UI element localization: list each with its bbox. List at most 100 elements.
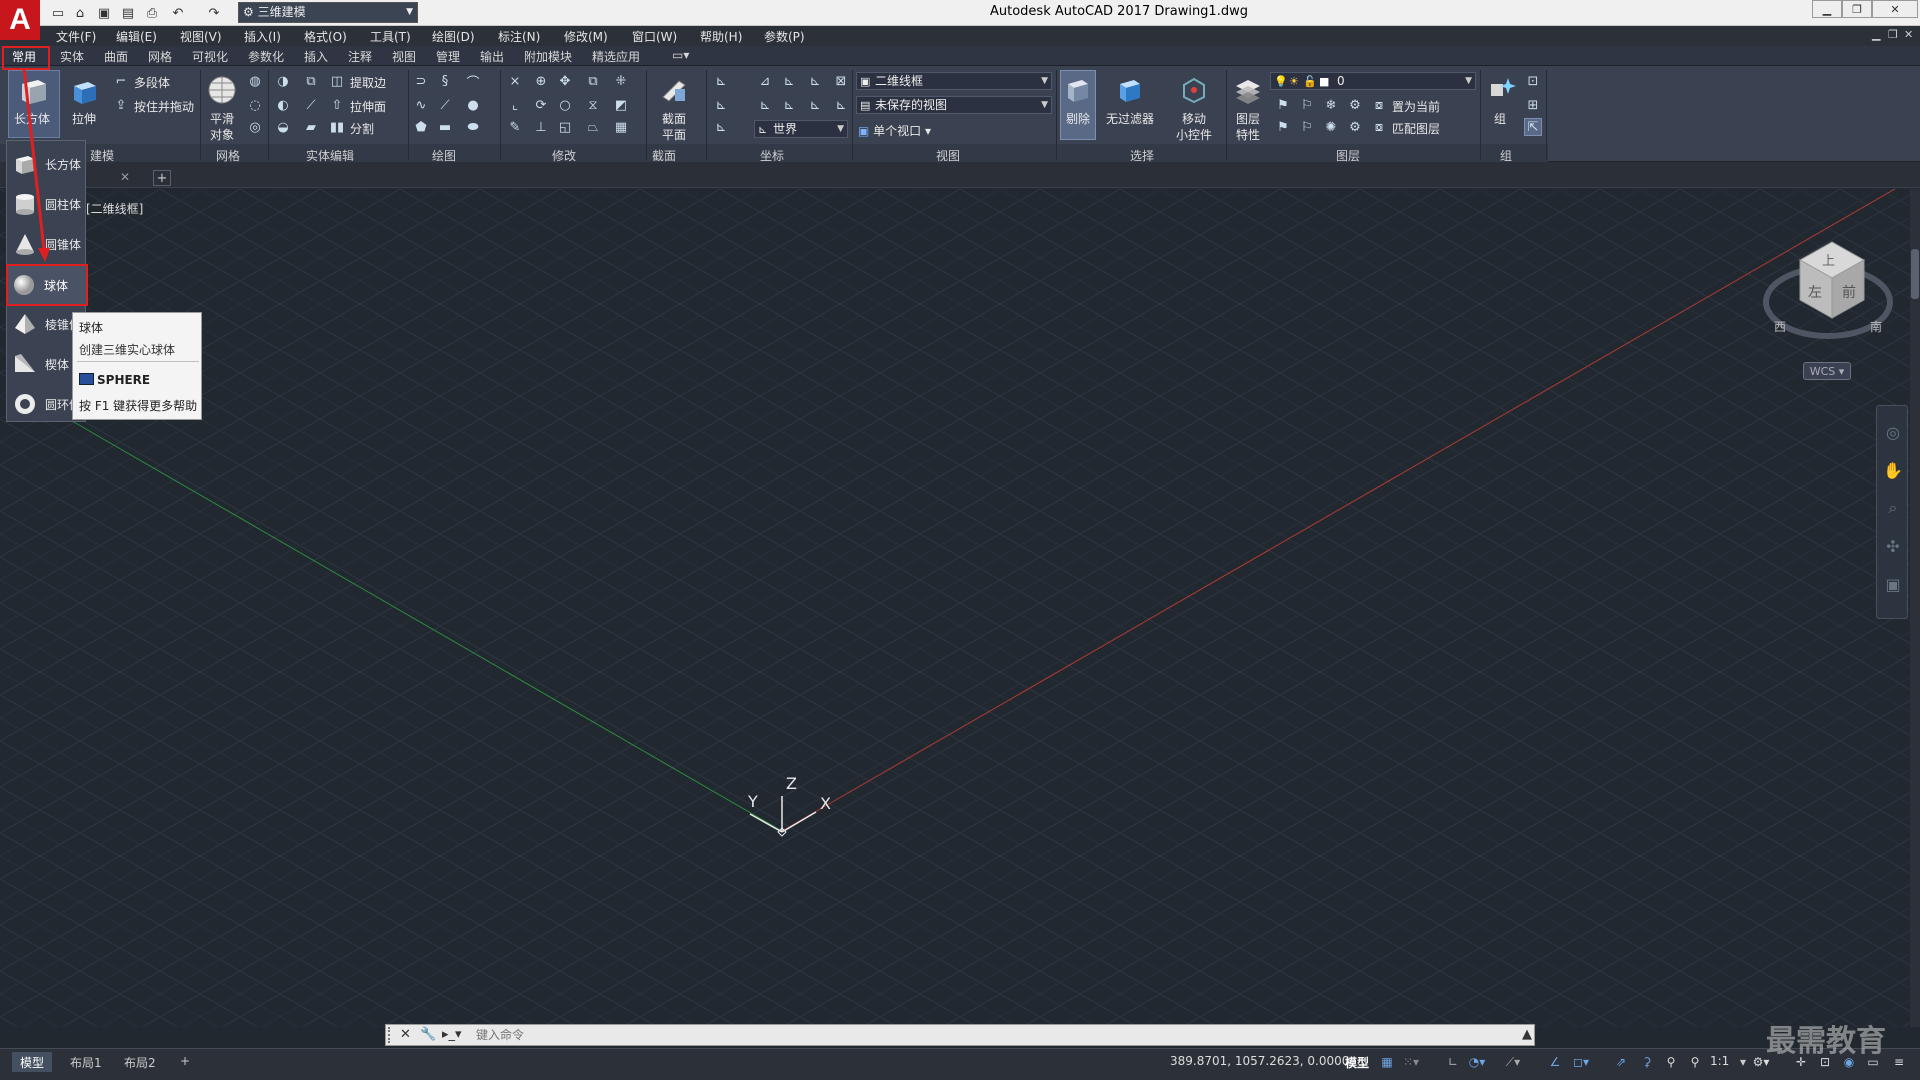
union-icon[interactable]: ◑ [274,72,292,90]
tab-view[interactable]: 视图 [392,48,416,64]
ucs-3point-icon[interactable]: ⊾ [806,96,824,114]
spline-icon[interactable]: ∿ [412,96,430,114]
circle-icon[interactable]: ● [464,96,482,114]
annotation-scale-icon[interactable]: ⚲ [1662,1053,1680,1071]
ucs-view-icon[interactable]: ⊾ [756,96,774,114]
filter-label[interactable]: 无过滤器 [1106,110,1154,127]
menu-format[interactable]: 格式(O) [304,28,347,44]
mesh-refine-icon[interactable]: ◎ [246,118,264,136]
open-icon[interactable]: ⌂ [70,3,90,23]
helix-icon[interactable]: § [436,72,454,90]
separate-icon[interactable]: ▮▮ [328,118,346,136]
panel-title-layers[interactable]: 图层 [1336,147,1360,163]
doc-close-icon[interactable]: ✕ [1904,28,1913,41]
menu-insert[interactable]: 插入(I) [244,28,281,44]
layer-dropdown[interactable]: 💡 ☀ 🔓 ■ 0 ▼ [1270,72,1476,90]
layer-isolate-icon[interactable]: ⚐ [1298,96,1316,114]
menu-file[interactable]: 文件(F) [56,28,96,44]
vertical-scrollbar[interactable] [1910,189,1920,1027]
dropdown-item-cone[interactable]: 圆锥体 [7,223,87,263]
panel-title-modify[interactable]: 修改 [552,147,576,163]
section-plane-label[interactable]: 截面 [662,110,686,127]
workspace-dropdown[interactable]: ⚙ 三维建模 ▼ [238,2,418,23]
erase-icon[interactable]: ✎ [506,118,524,136]
viewcube-top-label[interactable]: 上 [1822,250,1835,269]
compass-south-label[interactable]: 南 [1870,318,1882,335]
coordinates-readout[interactable]: 389.8701, 1057.2623, 0.0000 [1170,1054,1349,1068]
match-layer-icon[interactable]: ⧇ [1370,118,1388,136]
dropdown-item-sphere[interactable]: 球体 [6,264,88,306]
viewport-controls-label[interactable]: [二维线框] [86,200,143,217]
layer-off-icon[interactable]: ⚑ [1274,96,1292,114]
menu-tools[interactable]: 工具(T) [370,28,411,44]
pan-icon[interactable]: ✋ [1883,460,1903,480]
filter-icon[interactable] [1112,72,1148,108]
tab-manage[interactable]: 管理 [436,48,460,64]
tab-output[interactable]: 输出 [480,48,504,64]
panel-title-modeling[interactable]: 建模 [90,147,114,163]
customization-menu-icon[interactable]: ≡ [1890,1053,1908,1071]
viewport-config-button[interactable]: ▣ 单个视口 ▾ [858,122,931,139]
menu-view[interactable]: 视图(V) [180,28,222,44]
save-icon[interactable]: ▣ [94,3,114,23]
arc-icon[interactable]: ⌒ [464,72,482,91]
menu-edit[interactable]: 编辑(E) [116,28,157,44]
ellipse-icon[interactable]: ⬬ [464,118,482,136]
ribbon-options-icon[interactable]: ▭▾ [672,48,689,64]
annotation-scale-value[interactable]: 1:1 [1710,1054,1729,1068]
tab-insert[interactable]: 插入 [304,48,328,64]
layer-properties-label[interactable]: 图层 [1236,110,1260,127]
orbit-icon[interactable]: ✣ [1883,536,1903,556]
smooth-object-icon[interactable] [204,72,240,108]
ucs-object-icon[interactable]: ⊾ [832,96,850,114]
chevron-down-icon[interactable]: ▾ [1734,1053,1752,1071]
layer-unlock-icon[interactable]: ⚙ [1346,118,1364,136]
3d-rotate-icon[interactable]: ⟳ [532,96,550,114]
ucs-z-icon[interactable]: ⊾ [780,96,798,114]
ortho-icon[interactable]: ∟ [1444,1053,1462,1071]
extract-edges-icon[interactable]: ◫ [328,72,346,90]
new-icon[interactable]: ▭ [48,3,68,23]
dynamic-ucs-icon[interactable]: ⇗ [1612,1053,1630,1071]
chevron-up-icon[interactable]: ▲ [1522,1027,1532,1042]
menu-help[interactable]: 帮助(H) [700,28,742,44]
application-menu-button[interactable]: A [0,0,40,40]
set-current-icon[interactable]: ⧇ [1370,96,1388,114]
menu-window[interactable]: 窗口(W) [632,28,677,44]
gizmo-label[interactable]: 移动 [1182,110,1206,127]
section-plane-icon[interactable] [656,72,692,108]
extrude-label[interactable]: 拉伸 [72,110,96,127]
panel-title-mesh[interactable]: 网格 [216,147,240,163]
command-history-icon[interactable]: ▸_▾ [442,1027,462,1042]
presspull-label[interactable]: 按住并拖动 [134,98,194,115]
grid-icon[interactable]: ▦ [1378,1053,1396,1071]
layer-freeze-icon[interactable]: ❄ [1322,96,1340,114]
layer-unisolate-icon[interactable]: ⚐ [1298,118,1316,136]
slice-icon[interactable]: ⟋ [302,96,320,114]
polygon-icon[interactable]: ⬟ [412,118,430,136]
copy-icon[interactable]: ⧉ [584,72,602,90]
smooth-label-2[interactable]: 对象 [210,126,234,143]
offset-icon[interactable]: ◩ [612,96,630,114]
ucs-face-icon[interactable]: ⊾ [712,118,730,136]
annotation-auto-icon[interactable]: ⚲ [1686,1053,1704,1071]
tab-mesh[interactable]: 网格 [148,48,172,64]
panel-title-view[interactable]: 视图 [936,147,960,163]
group-edit-icon[interactable]: ⊞ [1524,96,1542,114]
panel-title-section[interactable]: 截面 [652,147,676,163]
coordinate-system-dropdown[interactable]: ⊾ 世界 ▼ [754,120,848,138]
trim-icon[interactable]: ⨯ [506,72,524,90]
move-icon[interactable]: ✥ [556,72,574,90]
smooth-label[interactable]: 平滑 [210,110,234,127]
osnap-icon[interactable]: ◻▾ [1572,1053,1590,1071]
close-icon[interactable]: ✕ [400,1027,411,1042]
3d-align-icon[interactable]: ⊥ [532,118,550,136]
gizmo-label-2[interactable]: 小控件 [1176,126,1212,143]
extrude-faces-label[interactable]: 拉伸面 [350,98,386,115]
scale-icon[interactable]: ◱ [556,118,574,136]
ucs-icon[interactable]: ⊾ [712,72,730,90]
close-button[interactable]: ✕ [1872,0,1918,18]
group-icon[interactable] [1484,72,1520,108]
wcs-menu-button[interactable]: WCS ▾ [1803,362,1851,380]
3d-move-icon[interactable]: ⊕ [532,72,550,90]
